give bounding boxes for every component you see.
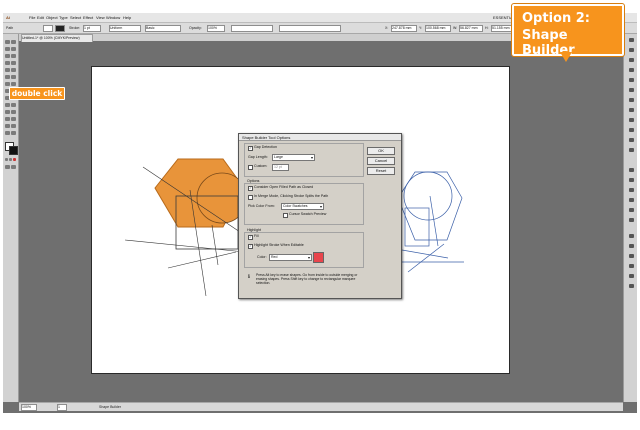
blue-line-3[interactable] xyxy=(429,195,439,247)
merge-mode-label: In Merge Mode, Clicking Stroke Splits th… xyxy=(254,194,329,198)
gap-length-select[interactable]: Large xyxy=(272,154,315,161)
reset-button[interactable]: Reset xyxy=(367,167,395,175)
gap-length-label: Gap Length: xyxy=(248,155,268,159)
blue-line-4[interactable] xyxy=(401,249,449,259)
highlight-stroke-label: Highlight Stroke When Editable xyxy=(254,243,304,247)
pick-color-select[interactable]: Color Swatches xyxy=(281,203,324,210)
callout-pointer xyxy=(560,52,572,62)
consider-open-fill-checkbox[interactable]: ✓ xyxy=(248,186,253,191)
color-label: Color: xyxy=(257,255,267,259)
callout-line-2: Shape Builder xyxy=(522,28,575,58)
gap-detection-checkbox[interactable]: ✓ xyxy=(248,146,253,151)
blue-circle[interactable] xyxy=(403,171,453,221)
highlight-group xyxy=(244,232,364,268)
option-callout: Option 2: Shape Builder xyxy=(511,3,625,58)
consider-open-fill-label: Consider Open Filled Path as Closed xyxy=(254,185,314,189)
pick-color-label: Pick Color From: xyxy=(248,204,275,208)
blue-line-2[interactable] xyxy=(407,243,445,273)
gap-detection-label: Gap Detection xyxy=(254,145,277,149)
highlight-color-swatch[interactable] xyxy=(313,252,324,263)
custom-gap-checkbox[interactable] xyxy=(248,165,253,170)
custom-gap-label: Custom: xyxy=(254,164,268,168)
custom-gap-field[interactable]: 12 pt xyxy=(272,164,289,171)
line-4[interactable] xyxy=(211,224,219,266)
line-5[interactable] xyxy=(167,251,237,269)
ok-button[interactable]: OK xyxy=(367,147,395,155)
highlight-fill-checkbox[interactable]: ✓ xyxy=(248,235,253,240)
info-icon: ℹ xyxy=(248,274,250,280)
info-text: Press Alt key to erase shapes. Go from i… xyxy=(256,273,358,286)
highlight-stroke-checkbox[interactable]: ✓ xyxy=(248,244,253,249)
blue-hexagon[interactable] xyxy=(397,171,463,241)
dialog-title: Shape Builder Tool Options xyxy=(239,134,401,141)
highlight-fill-label: Fill xyxy=(254,234,259,238)
cursor-preview-label: Cursor Swatch Preview xyxy=(289,212,327,216)
highlight-color-select[interactable]: Red xyxy=(269,254,312,261)
cursor-preview-checkbox[interactable] xyxy=(283,213,288,218)
double-click-label: double click xyxy=(9,87,65,100)
cancel-button[interactable]: Cancel xyxy=(367,157,395,165)
merge-mode-checkbox[interactable] xyxy=(248,195,253,200)
shape-builder-options-dialog: Shape Builder Tool Options OK Cancel Res… xyxy=(238,133,402,299)
line-2[interactable] xyxy=(124,239,246,253)
callout-line-1: Option 2: xyxy=(522,11,590,26)
